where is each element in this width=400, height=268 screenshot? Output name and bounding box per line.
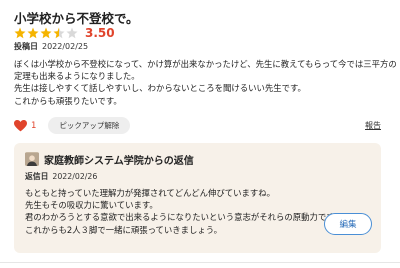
- review-body-line: ぼくは小学校から不登校になって、かけ算が出来なかったけど、先生に教えてもらって今…: [14, 59, 397, 69]
- reply-body: もともと持っていた理解力が発揮されてどんどん伸びていますね。 先生もその吸収力に…: [25, 187, 342, 236]
- review-title: 小学校から不登校で。: [14, 11, 139, 26]
- reply-body-line: 先生もその吸収力に驚いています。: [25, 200, 158, 211]
- reply-title: 家庭教師システム学院からの返信: [44, 156, 194, 167]
- review-body-line: これからも頑張りたいです。: [14, 95, 122, 106]
- report-link[interactable]: 報告: [365, 120, 381, 131]
- rating-score: 3.50: [85, 26, 115, 40]
- review-body-line: 先生は接しやすくて話しやすいし、わからないところを聞けるいい先生です。: [14, 83, 306, 94]
- review-card: 小学校から不登校で。 3.50 投稿日 2022/02/25 ぼくは小学校から不登…: [0, 0, 400, 268]
- reply-box: 家庭教師システム学院からの返信 返信日 2022/02/26 もともと持っていた理…: [14, 143, 381, 253]
- reply-date: 2022/02/26: [52, 172, 98, 181]
- star-rating: [14, 27, 78, 39]
- rating-row: 3.50: [14, 26, 115, 40]
- posted-label: 投稿日: [14, 42, 38, 51]
- person-icon: [25, 153, 39, 166]
- star-icon: [40, 27, 52, 39]
- star-icon: [66, 27, 78, 39]
- edit-button[interactable]: 編集: [324, 213, 372, 235]
- review-body: ぼくは小学校から不登校になって、かけ算が出来なかったけど、先生に教えてもらって今…: [14, 58, 397, 107]
- star-icon: [14, 27, 26, 39]
- reply-date-label: 返信日: [25, 172, 49, 181]
- posted-date: 2022/02/25: [42, 42, 89, 51]
- star-icon: [27, 27, 39, 39]
- pickup-remove-button[interactable]: ピックアップ解除: [48, 117, 131, 134]
- posted-date-row: 投稿日 2022/02/25: [14, 41, 88, 52]
- divider: [0, 262, 400, 263]
- star-icon: [53, 27, 65, 39]
- like-count: 1: [31, 120, 37, 131]
- reply-body-line: もともと持っていた理解力が発揮されてどんどん伸びていますね。: [25, 188, 275, 198]
- reply-date-row: 返信日 2022/02/26: [25, 171, 97, 182]
- heart-icon: [14, 119, 27, 131]
- like-button[interactable]: 1: [14, 119, 37, 132]
- reply-body-line: 君のわかろうとする意欲で出来るようになりたいという意志がそれらの原動力です。: [25, 212, 343, 223]
- review-actions: 1 ピックアップ解除: [14, 117, 131, 134]
- reply-body-line: これからも2人３脚で一緒に頑張っていきましょう。: [25, 224, 223, 235]
- avatar: [25, 152, 39, 166]
- review-body-line: 定理も出来るようになりました。: [14, 71, 140, 82]
